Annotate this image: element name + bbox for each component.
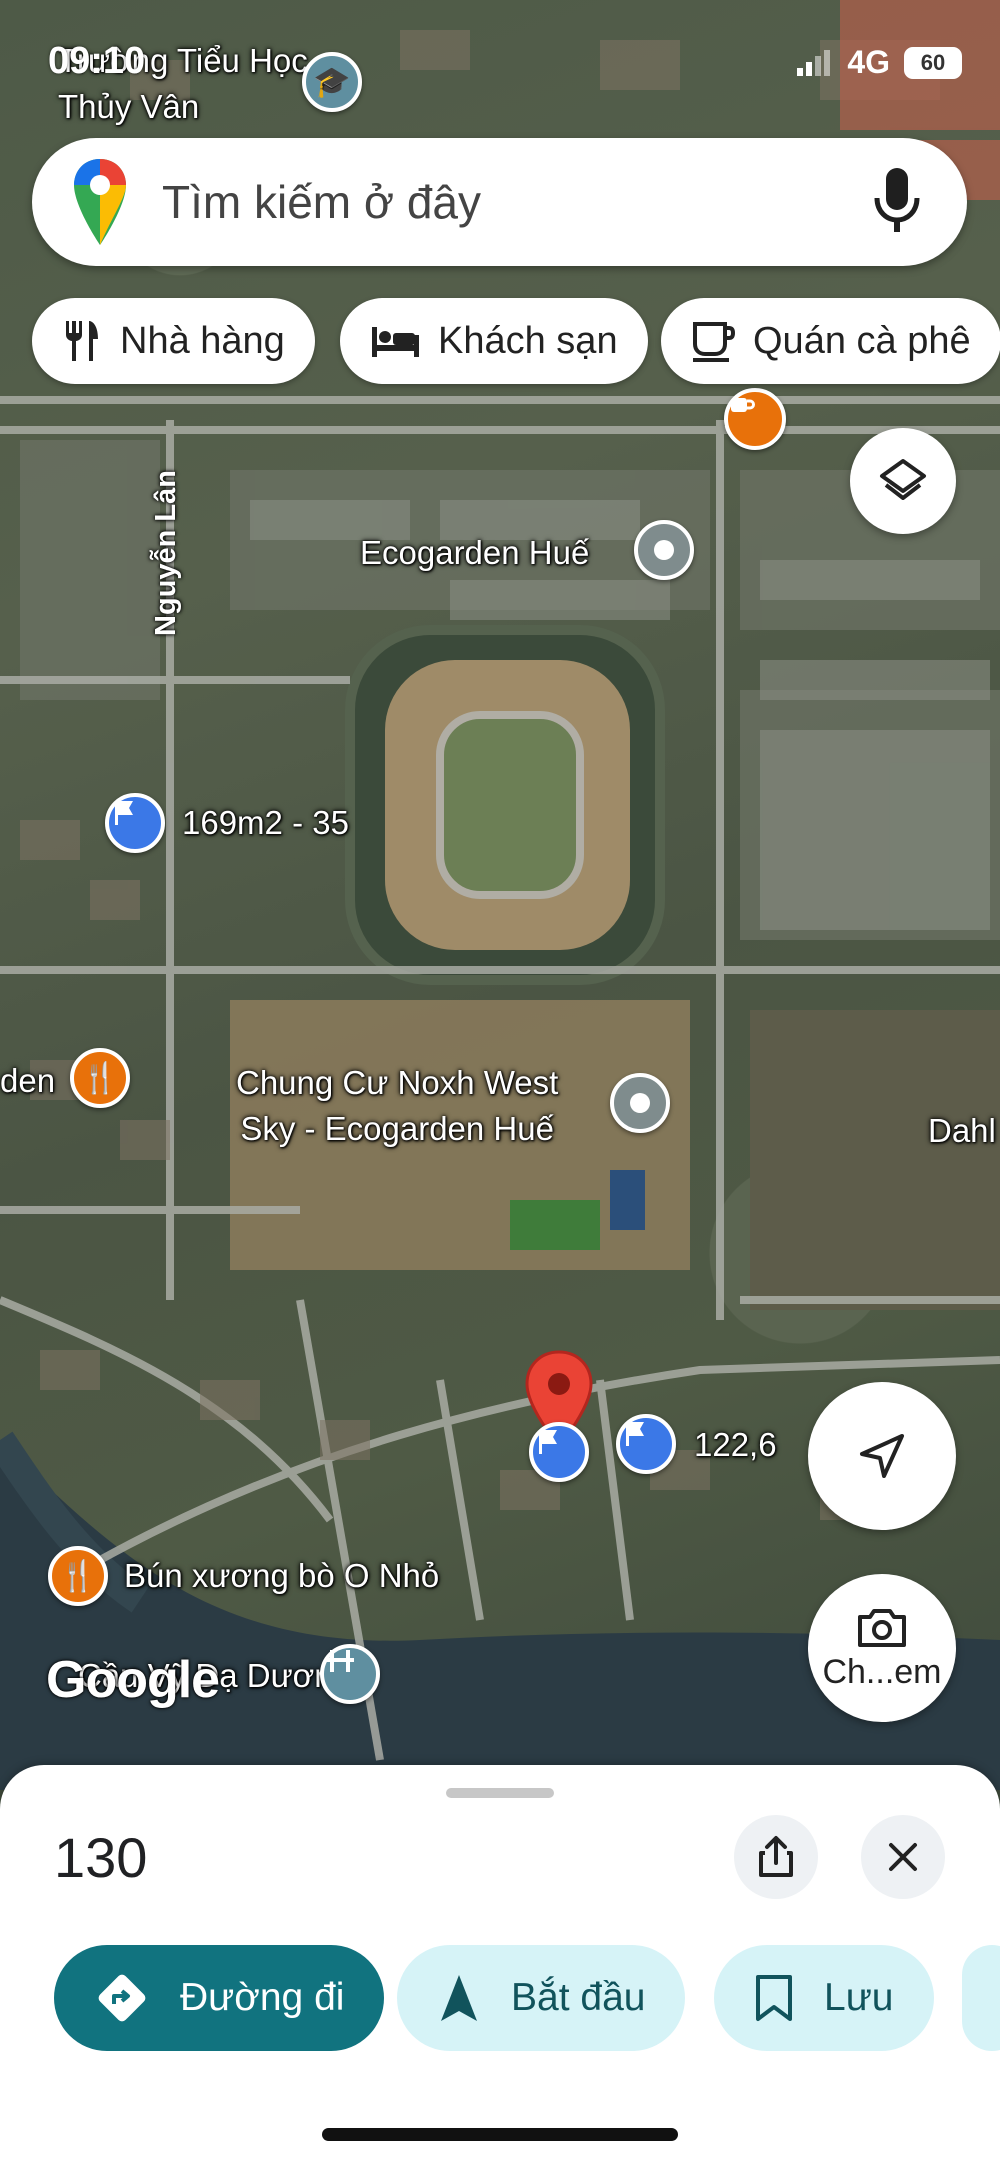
- dahl-label[interactable]: Dahl: [928, 1108, 996, 1154]
- apartment-marker[interactable]: [610, 1073, 670, 1133]
- share-button[interactable]: [734, 1815, 818, 1899]
- microphone-icon[interactable]: [867, 162, 927, 242]
- camera-icon: [858, 1608, 906, 1647]
- search-bar[interactable]: Tìm kiếm ở đây: [32, 138, 967, 266]
- my-location-button[interactable]: [808, 1382, 956, 1530]
- restaurant-icon: 🍴: [81, 1061, 119, 1095]
- restaurant-icon: 🍴: [59, 1559, 97, 1593]
- coffee-icon: [693, 322, 735, 362]
- chip-coffee[interactable]: Quán cà phê: [661, 298, 1000, 384]
- save-label: Lưu: [824, 1976, 894, 2019]
- chip-hotels-label: Khách sạn: [438, 319, 618, 362]
- chip-restaurants[interactable]: Nhà hàng: [32, 298, 315, 384]
- restaurant-marker[interactable]: 🍴: [48, 1546, 108, 1606]
- place-title: 130: [54, 1826, 148, 1889]
- restaurant-label[interactable]: Bún xương bò O Nhỏ: [124, 1553, 439, 1599]
- restaurant-icon: [66, 321, 98, 361]
- status-time: 09:10: [48, 40, 146, 82]
- close-icon: [889, 1843, 917, 1871]
- flag-icon: [115, 801, 133, 825]
- network-type: 4G: [847, 44, 890, 80]
- place-sheet[interactable]: 130 Đường đi Bắt đầu Lưu: [0, 1765, 1000, 2165]
- search-input[interactable]: Tìm kiếm ở đây: [162, 175, 867, 229]
- bridge-icon: [326, 1650, 354, 1672]
- more-actions-chip[interactable]: [962, 1945, 1000, 2051]
- lot-marker[interactable]: [105, 793, 165, 853]
- ecogarden-marker[interactable]: [634, 520, 694, 580]
- directions-button[interactable]: Đường đi: [54, 1945, 385, 2051]
- location-dot-icon: [630, 1093, 650, 1113]
- apartment-label-line2: Sky - Ecogarden Huế: [240, 1110, 554, 1147]
- directions-label: Đường đi: [180, 1976, 345, 2019]
- bookmark-icon: [756, 1975, 792, 2021]
- battery-icon: 60: [904, 46, 962, 79]
- apartment-label[interactable]: Chung Cư Noxh West Sky - Ecogarden Huế: [236, 1060, 558, 1152]
- apartment-label-line1: Chung Cư Noxh West: [236, 1064, 559, 1101]
- directions-icon: [98, 1974, 146, 2022]
- lot-marker-2[interactable]: [616, 1414, 676, 1474]
- google-maps-logo-icon: [74, 159, 126, 245]
- battery-level: 60: [920, 49, 946, 75]
- layers-icon: [880, 459, 926, 500]
- road-label: Nguyễn Lân: [150, 470, 182, 636]
- chip-coffee-label: Quán cà phê: [753, 319, 971, 362]
- lot-marker-selected[interactable]: [529, 1422, 589, 1482]
- flag-icon: [539, 1430, 557, 1454]
- coffee-icon: [731, 398, 755, 412]
- den-label[interactable]: den: [0, 1058, 55, 1104]
- google-attribution: Google: [46, 1651, 220, 1709]
- hotel-icon: [372, 327, 419, 357]
- navigation-icon: [441, 1975, 477, 2021]
- camera-label: Ch...em: [822, 1652, 942, 1691]
- start-button[interactable]: Bắt đầu: [397, 1945, 686, 2051]
- layers-button[interactable]: [850, 428, 956, 534]
- chip-hotels[interactable]: Khách sạn: [340, 298, 648, 384]
- sheet-drag-handle[interactable]: [446, 1788, 554, 1798]
- bridge-marker[interactable]: [320, 1644, 380, 1704]
- location-dot-icon: [654, 540, 674, 560]
- school-icon: 🎓: [313, 65, 351, 99]
- save-button[interactable]: Lưu: [714, 1945, 934, 2051]
- chip-restaurants-label: Nhà hàng: [120, 319, 285, 362]
- status-indicators: 4G 60: [797, 44, 962, 81]
- home-indicator: [322, 2128, 678, 2141]
- camera-search-button[interactable]: Ch...em: [808, 1574, 956, 1722]
- cafe-marker[interactable]: [724, 388, 786, 450]
- close-button[interactable]: [861, 1815, 945, 1899]
- start-label: Bắt đầu: [511, 1976, 646, 2019]
- lot2-label[interactable]: 122,6: [694, 1422, 777, 1468]
- navigation-arrow-icon: [860, 1434, 904, 1478]
- flag-icon: [626, 1422, 644, 1446]
- signal-icon: [797, 49, 831, 76]
- share-icon: [759, 1836, 793, 1877]
- ecogarden-label[interactable]: Ecogarden Huế: [360, 530, 589, 576]
- lot-label[interactable]: 169m2 - 35: [182, 800, 349, 846]
- restaurant-marker-left[interactable]: 🍴: [70, 1048, 130, 1108]
- school-marker[interactable]: 🎓: [302, 52, 362, 112]
